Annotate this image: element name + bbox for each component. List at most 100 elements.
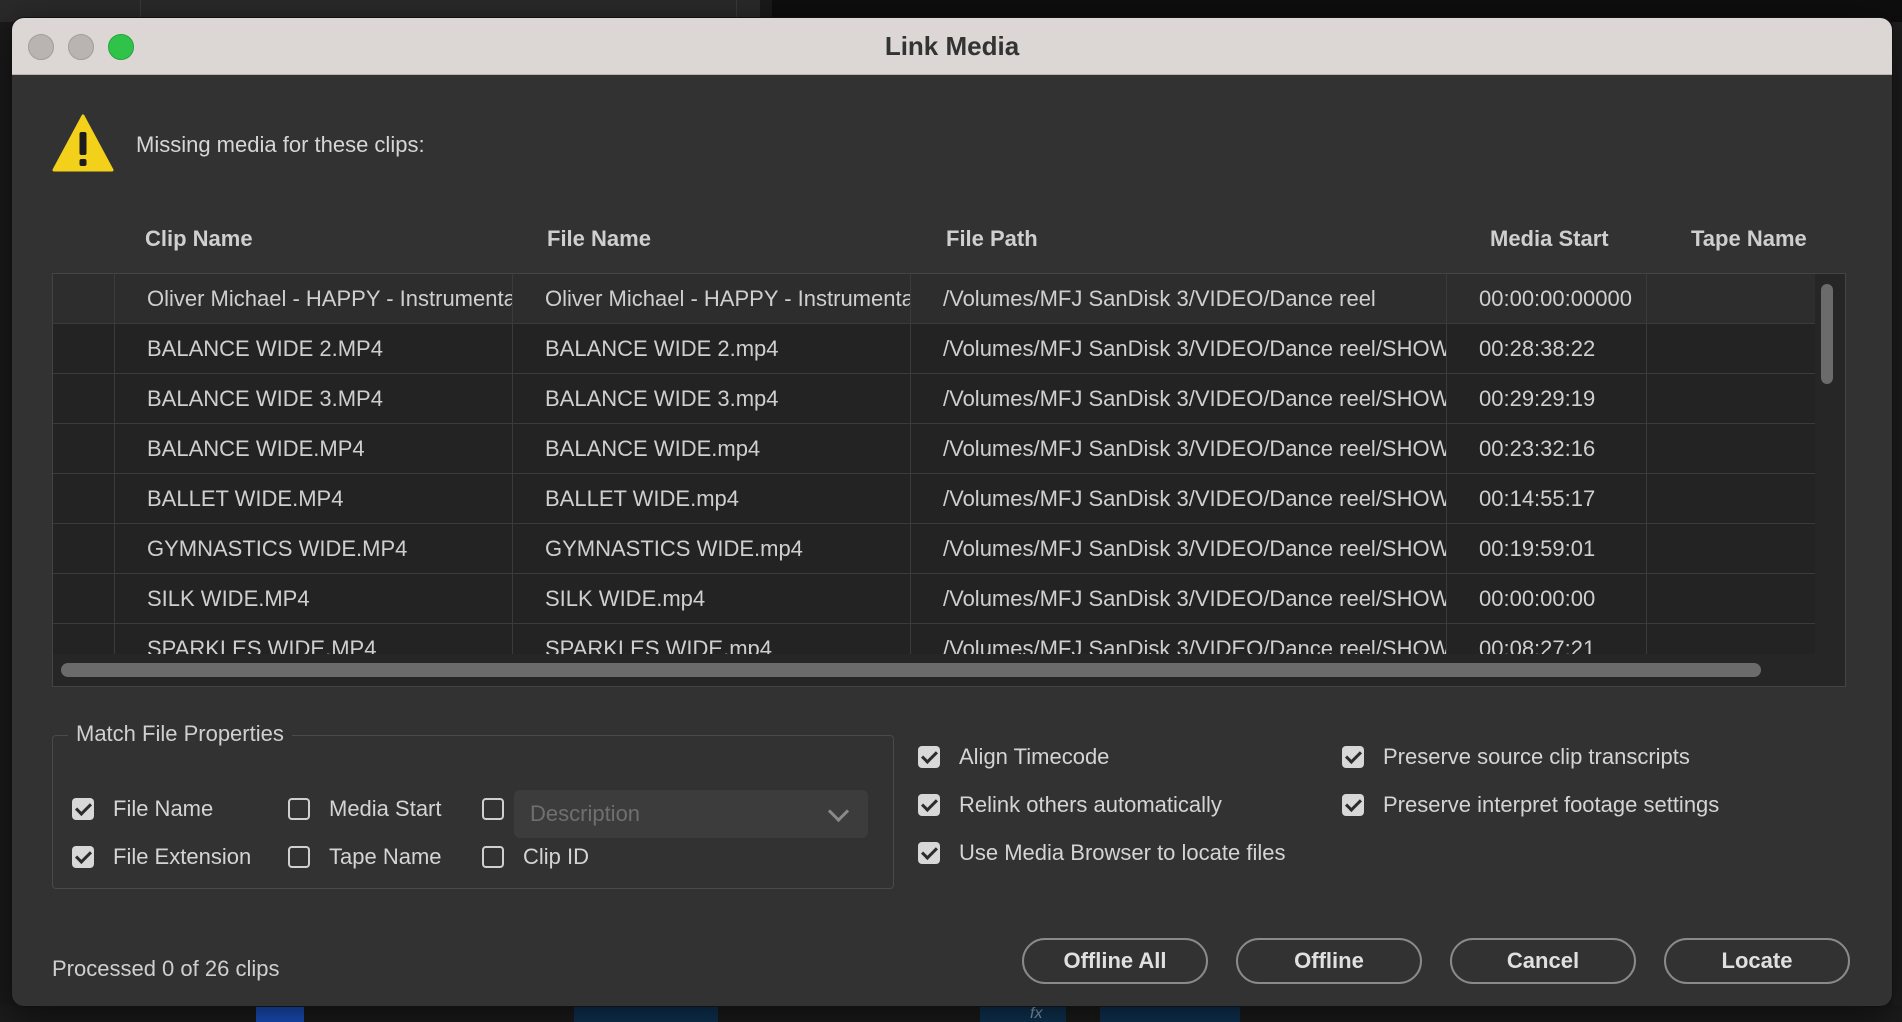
file-name-label: File Name [113, 796, 214, 821]
preserve-transcripts-checkbox[interactable] [1342, 746, 1364, 768]
cell-media-start: 00:08:27:21 [1447, 624, 1647, 654]
row-selector[interactable] [53, 324, 115, 373]
media-start-checkbox[interactable] [288, 798, 310, 820]
row-selector[interactable] [53, 624, 115, 654]
cell-file-name: BALLET WIDE.mp4 [513, 474, 911, 523]
timeline-clip [1100, 1005, 1240, 1022]
clip-id-label: Clip ID [523, 844, 590, 869]
cell-tape-name [1647, 424, 1815, 473]
use-media-browser-checkbox[interactable] [918, 842, 940, 864]
column-header-file-name[interactable]: File Name [547, 226, 651, 252]
table-row[interactable]: SILK WIDE.MP4 SILK WIDE.mp4 /Volumes/MFJ… [53, 574, 1815, 624]
cell-media-start: 00:28:38:22 [1447, 324, 1647, 373]
cell-file-path: /Volumes/MFJ SanDisk 3/VIDEO/Dance reel/… [911, 324, 1447, 373]
preserve-interpret-checkbox[interactable] [1342, 794, 1364, 816]
cell-file-path: /Volumes/MFJ SanDisk 3/VIDEO/Dance reel/… [911, 474, 1447, 523]
cell-tape-name [1647, 624, 1815, 654]
cell-file-path: /Volumes/MFJ SanDisk 3/VIDEO/Dance reel/… [911, 524, 1447, 573]
background-right-strip [1892, 22, 1902, 1022]
cell-file-name: SILK WIDE.mp4 [513, 574, 911, 623]
cell-clip-name: BALANCE WIDE 2.MP4 [115, 324, 513, 373]
description-checkbox[interactable] [482, 798, 504, 820]
cell-tape-name [1647, 574, 1815, 623]
column-header-media-start[interactable]: Media Start [1490, 226, 1609, 252]
row-selector[interactable] [53, 474, 115, 523]
use-media-browser-label: Use Media Browser to locate files [959, 840, 1286, 865]
chevron-down-icon [827, 800, 850, 823]
cell-clip-name: BALLET WIDE.MP4 [115, 474, 513, 523]
horizontal-scrollbar-track [53, 654, 1815, 684]
tape-name-label: Tape Name [329, 844, 442, 869]
dialog-title: Link Media [884, 31, 1020, 61]
column-header-file-path[interactable]: File Path [946, 226, 1038, 252]
table-row[interactable]: BALANCE WIDE 3.MP4 BALANCE WIDE 3.mp4 /V… [53, 374, 1815, 424]
column-header-tape-name[interactable]: Tape Name [1691, 226, 1807, 252]
cell-media-start: 00:00:00:00 [1447, 574, 1647, 623]
cell-tape-name [1647, 324, 1815, 373]
description-dropdown[interactable]: Description [514, 790, 868, 838]
cell-file-name: BALANCE WIDE 3.mp4 [513, 374, 911, 423]
cell-file-path: /Volumes/MFJ SanDisk 3/VIDEO/Dance reel/… [911, 574, 1447, 623]
row-selector[interactable] [53, 424, 115, 473]
warning-message: Missing media for these clips: [136, 132, 425, 157]
row-selector[interactable] [53, 574, 115, 623]
row-selector[interactable] [53, 274, 115, 323]
cell-file-path: /Volumes/MFJ SanDisk 3/VIDEO/Dance reel/… [911, 624, 1447, 654]
relink-others-checkbox[interactable] [918, 794, 940, 816]
cell-tape-name [1647, 474, 1815, 523]
cell-file-path: /Volumes/MFJ SanDisk 3/VIDEO/Dance reel/… [911, 424, 1447, 473]
column-header-clip-name[interactable]: Clip Name [145, 226, 253, 252]
offline-button[interactable]: Offline [1236, 938, 1422, 984]
row-selector[interactable] [53, 374, 115, 423]
cell-clip-name: Oliver Michael - HAPPY - Instrumental [115, 274, 513, 323]
warning-icon [52, 114, 114, 172]
file-extension-label: File Extension [113, 844, 252, 869]
cell-media-start: 00:19:59:01 [1447, 524, 1647, 573]
table-row[interactable]: GYMNASTICS WIDE.MP4 GYMNASTICS WIDE.mp4 … [53, 524, 1815, 574]
cell-file-path: /Volumes/MFJ SanDisk 3/VIDEO/Dance reel [911, 274, 1447, 323]
row-selector[interactable] [53, 524, 115, 573]
background-timeline: fx [0, 1005, 1902, 1022]
cancel-button[interactable]: Cancel [1450, 938, 1636, 984]
timeline-clip [256, 1005, 304, 1022]
cell-clip-name: SILK WIDE.MP4 [115, 574, 513, 623]
relink-others-label: Relink others automatically [959, 792, 1222, 817]
file-extension-checkbox[interactable] [72, 846, 94, 868]
cell-tape-name [1647, 374, 1815, 423]
cell-file-name: GYMNASTICS WIDE.mp4 [513, 524, 911, 573]
table-row[interactable]: SPARKLES WIDE.MP4 SPARKLES WIDE.mp4 /Vol… [53, 624, 1815, 655]
table-row[interactable]: BALLET WIDE.MP4 BALLET WIDE.mp4 /Volumes… [53, 474, 1815, 524]
cell-tape-name [1647, 524, 1815, 573]
horizontal-scrollbar[interactable] [61, 663, 1761, 677]
cell-clip-name: BALANCE WIDE.MP4 [115, 424, 513, 473]
cell-file-name: SPARKLES WIDE.mp4 [513, 624, 911, 654]
description-dropdown-value: Description [530, 801, 641, 826]
missing-clips-table[interactable]: Oliver Michael - HAPPY - Instrumental Ol… [52, 273, 1846, 687]
table-row[interactable]: BALANCE WIDE 2.MP4 BALANCE WIDE 2.mp4 /V… [53, 324, 1815, 374]
locate-button[interactable]: Locate [1664, 938, 1850, 984]
cell-file-name: BALANCE WIDE.mp4 [513, 424, 911, 473]
tape-name-checkbox[interactable] [288, 846, 310, 868]
link-media-dialog: Link Media Missing media for these clips… [12, 18, 1892, 1006]
align-timecode-label: Align Timecode [959, 744, 1110, 769]
cell-file-path: /Volumes/MFJ SanDisk 3/VIDEO/Dance reel/… [911, 374, 1447, 423]
timeline-clip [574, 1005, 718, 1022]
media-start-label: Media Start [329, 796, 442, 821]
table-row[interactable]: BALANCE WIDE.MP4 BALANCE WIDE.mp4 /Volum… [53, 424, 1815, 474]
cell-tape-name [1647, 274, 1815, 323]
cell-file-name: Oliver Michael - HAPPY - Instrumental [513, 274, 911, 323]
clip-id-checkbox[interactable] [482, 846, 504, 868]
timeline-fx-clip: fx [980, 1005, 1066, 1022]
title-bar: Link Media [12, 18, 1892, 75]
offline-all-button[interactable]: Offline All [1022, 938, 1208, 984]
status-text: Processed 0 of 26 clips [52, 956, 280, 981]
preserve-interpret-label: Preserve interpret footage settings [1383, 792, 1720, 817]
cell-media-start: 00:14:55:17 [1447, 474, 1647, 523]
cell-clip-name: SPARKLES WIDE.MP4 [115, 624, 513, 654]
align-timecode-checkbox[interactable] [918, 746, 940, 768]
cell-clip-name: GYMNASTICS WIDE.MP4 [115, 524, 513, 573]
cell-clip-name: BALANCE WIDE 3.MP4 [115, 374, 513, 423]
vertical-scrollbar[interactable] [1821, 284, 1833, 384]
table-row[interactable]: Oliver Michael - HAPPY - Instrumental Ol… [53, 274, 1815, 324]
file-name-checkbox[interactable] [72, 798, 94, 820]
